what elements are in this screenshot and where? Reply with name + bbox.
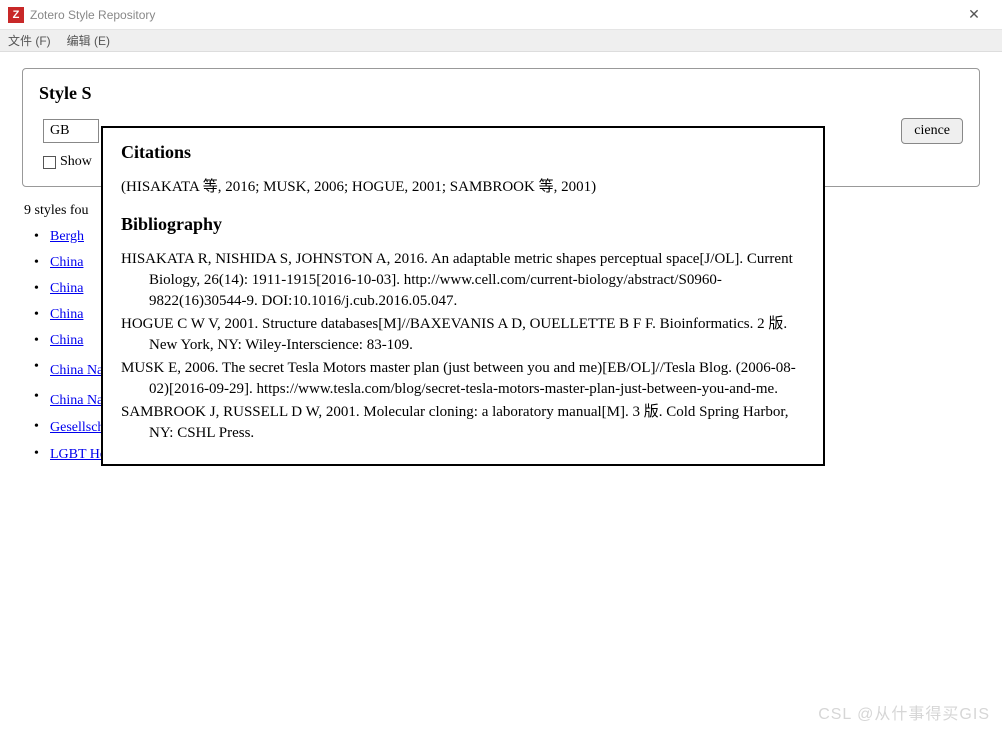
search-panel-title: Style S — [39, 83, 963, 104]
search-input[interactable] — [43, 119, 99, 143]
style-link[interactable]: Bergh — [50, 229, 84, 244]
bib-entry: HOGUE C W V, 2001. Structure databases[M… — [121, 314, 805, 356]
watermark: CSL @从什事得买GIS — [818, 700, 990, 724]
citations-heading: Citations — [121, 142, 805, 163]
style-link[interactable]: China — [50, 333, 83, 348]
show-checkbox-label: Show — [60, 154, 92, 170]
style-link[interactable]: China — [50, 281, 83, 296]
app-icon: Z — [8, 7, 24, 23]
bib-entry: HISAKATA R, NISHIDA S, JOHNSTON A, 2016.… — [121, 249, 805, 312]
close-button[interactable]: ✕ — [954, 0, 994, 30]
preview-popup: Citations (HISAKATA 等, 2016; MUSK, 2006;… — [101, 126, 825, 466]
format-button[interactable]: cience — [901, 118, 963, 144]
menubar: 文件 (F) 编辑 (E) — [0, 30, 1002, 52]
bibliography-heading: Bibliography — [121, 214, 805, 235]
style-link[interactable]: China — [50, 255, 83, 270]
menu-file[interactable]: 文件 (F) — [8, 32, 51, 49]
window-title: Zotero Style Repository — [30, 8, 954, 22]
menu-edit[interactable]: 编辑 (E) — [67, 32, 110, 49]
citations-text: (HISAKATA 等, 2016; MUSK, 2006; HOGUE, 20… — [121, 175, 805, 196]
titlebar: Z Zotero Style Repository ✕ — [0, 0, 1002, 30]
bib-entry: SAMBROOK J, RUSSELL D W, 2001. Molecular… — [121, 402, 805, 444]
close-icon: ✕ — [968, 6, 980, 23]
show-checkbox[interactable] — [43, 156, 56, 169]
content-area: Style S cience Show 9 styles fou Bergh C… — [0, 52, 1002, 489]
style-link[interactable]: China — [50, 307, 83, 322]
bib-entry: MUSK E, 2006. The secret Tesla Motors ma… — [121, 358, 805, 400]
